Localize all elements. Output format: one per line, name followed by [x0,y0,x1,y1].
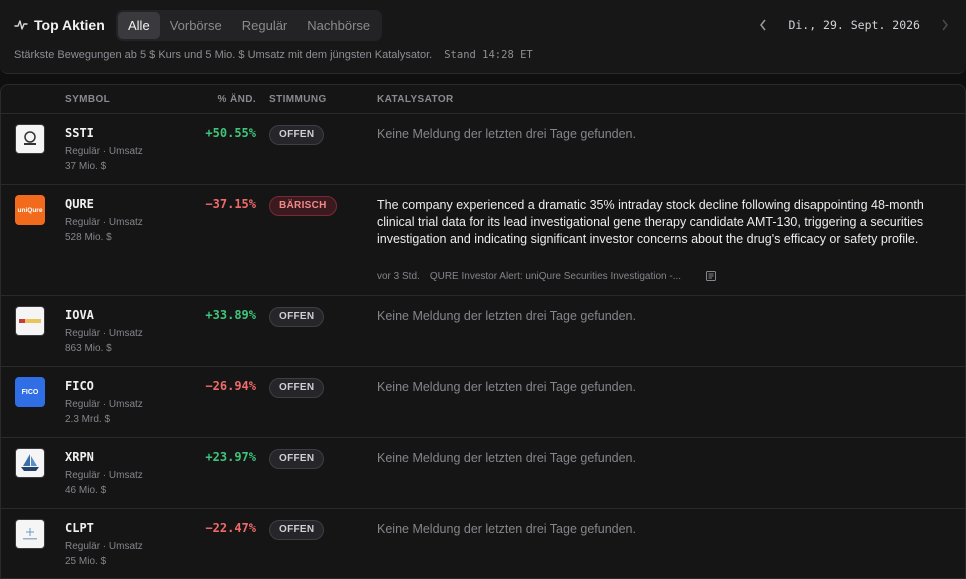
clpt-logo-icon [23,528,37,540]
ticker-symbol[interactable]: XRPN [65,450,94,464]
page-title: Top Aktien [34,17,105,33]
volume-value: 46 Mio. $ [65,485,107,496]
sentiment-badge: OFFEN [269,307,325,327]
table-row[interactable]: XRPN Regulär · Umsatz 46 Mio. $ +23.97% … [1,438,965,509]
session-label: Regulär · Umsatz [65,328,143,339]
sentiment-badge: BÄRISCH [269,196,337,216]
table-row[interactable]: IOVA Regulär · Umsatz 863 Mio. $ +33.89%… [1,296,965,367]
col-sentiment[interactable]: STIMMUNG [269,94,327,105]
session-label: Regulär · Umsatz [65,470,143,481]
catalyst-text: The company experienced a dramatic 35% i… [377,198,924,246]
percent-change: −22.47% [205,521,256,535]
ticker-symbol[interactable]: QURE [65,197,94,211]
ticker-symbol[interactable]: SSTI [65,126,94,140]
volume-value: 37 Mio. $ [65,161,107,172]
next-day-button[interactable] [938,15,952,35]
session-label: Regulär · Umsatz [65,146,143,157]
company-logo: FICO [15,377,45,407]
prev-day-button[interactable] [756,15,770,35]
company-logo [15,124,45,154]
tab-alle[interactable]: Alle [118,12,160,39]
chevron-right-icon [942,19,948,31]
movers-table: SYMBOL % ÄND. STIMMUNG KATALYSATOR SSTI … [0,84,966,579]
tab-nachboerse[interactable]: Nachbörse [297,12,380,39]
catalyst-text: Keine Meldung der letzten drei Tage gefu… [377,309,636,323]
table-row[interactable]: SSTI Regulär · Umsatz 37 Mio. $ +50.55% … [1,114,965,185]
current-date: Di., 29. Sept. 2026 [788,18,920,32]
catalyst-text: Keine Meldung der letzten drei Tage gefu… [377,451,636,465]
session-tabs: Alle Vorbörse Regulär Nachbörse [116,10,383,41]
news-icon[interactable] [705,270,717,282]
sentiment-badge: OFFEN [269,125,325,145]
catalyst-source: vor 3 Std. QURE Investor Alert: uniQure … [377,270,717,282]
page-header: Top Aktien Alle Vorbörse Regulär Nachbör… [0,0,966,74]
catalyst-text: Keine Meldung der letzten drei Tage gefu… [377,522,636,536]
catalyst-text: Keine Meldung der letzten drei Tage gefu… [377,127,636,141]
company-logo: uniQure [15,195,45,225]
ticker-symbol[interactable]: IOVA [65,308,94,322]
volume-value: 528 Mio. $ [65,232,112,243]
logo-text: uniQure [17,206,43,214]
date-navigator: Di., 29. Sept. 2026 [756,15,952,35]
tab-regulaer[interactable]: Regulär [232,12,298,39]
chevron-left-icon [760,19,767,31]
company-logo [15,448,45,478]
source-time: vor 3 Std. [377,270,420,282]
catalyst-text: Keine Meldung der letzten drei Tage gefu… [377,380,636,394]
percent-change: +33.89% [205,308,256,322]
subtitle-line: Stärkste Bewegungen ab 5 $ Kurs und 5 Mi… [14,49,533,61]
sentiment-badge: OFFEN [269,449,325,469]
title-group: Top Aktien [14,17,105,33]
ssti-logo-icon [24,131,36,145]
session-label: Regulär · Umsatz [65,541,143,552]
table-row[interactable]: uniQure QURE Regulär · Umsatz 528 Mio. $… [1,185,965,296]
ticker-symbol[interactable]: CLPT [65,521,94,535]
iova-logo-icon [19,319,41,323]
ship-logo-icon [21,454,39,471]
page-subtitle: Stärkste Bewegungen ab 5 $ Kurs und 5 Mi… [14,49,433,61]
col-catalyst[interactable]: KATALYSATOR [377,94,454,105]
table-row[interactable]: FICO FICO Regulär · Umsatz 2.3 Mrd. $ −2… [1,367,965,438]
session-label: Regulär · Umsatz [65,217,143,228]
company-logo [15,306,45,336]
col-symbol[interactable]: SYMBOL [65,94,110,105]
table-row[interactable]: CLPT Regulär · Umsatz 25 Mio. $ −22.47% … [1,509,965,578]
tab-vorboerse[interactable]: Vorbörse [160,12,232,39]
company-logo [15,519,45,549]
percent-change: −37.15% [205,197,256,211]
volume-value: 2.3 Mrd. $ [65,414,111,425]
volume-value: 863 Mio. $ [65,343,112,354]
session-label: Regulär · Umsatz [65,399,143,410]
activity-pulse-icon [14,20,28,30]
percent-change: +50.55% [205,126,256,140]
timestamp: Stand 14:28 ET [444,49,533,61]
sentiment-badge: OFFEN [269,378,325,398]
volume-value: 25 Mio. $ [65,556,107,567]
percent-change: +23.97% [205,450,256,464]
col-change[interactable]: % ÄND. [217,94,256,105]
percent-change: −26.94% [205,379,256,393]
sentiment-badge: OFFEN [269,520,325,540]
logo-text: FICO [21,388,39,396]
ticker-symbol[interactable]: FICO [65,379,94,393]
table-header: SYMBOL % ÄND. STIMMUNG KATALYSATOR [1,85,965,114]
source-link[interactable]: QURE Investor Alert: uniQure Securities … [430,271,681,282]
